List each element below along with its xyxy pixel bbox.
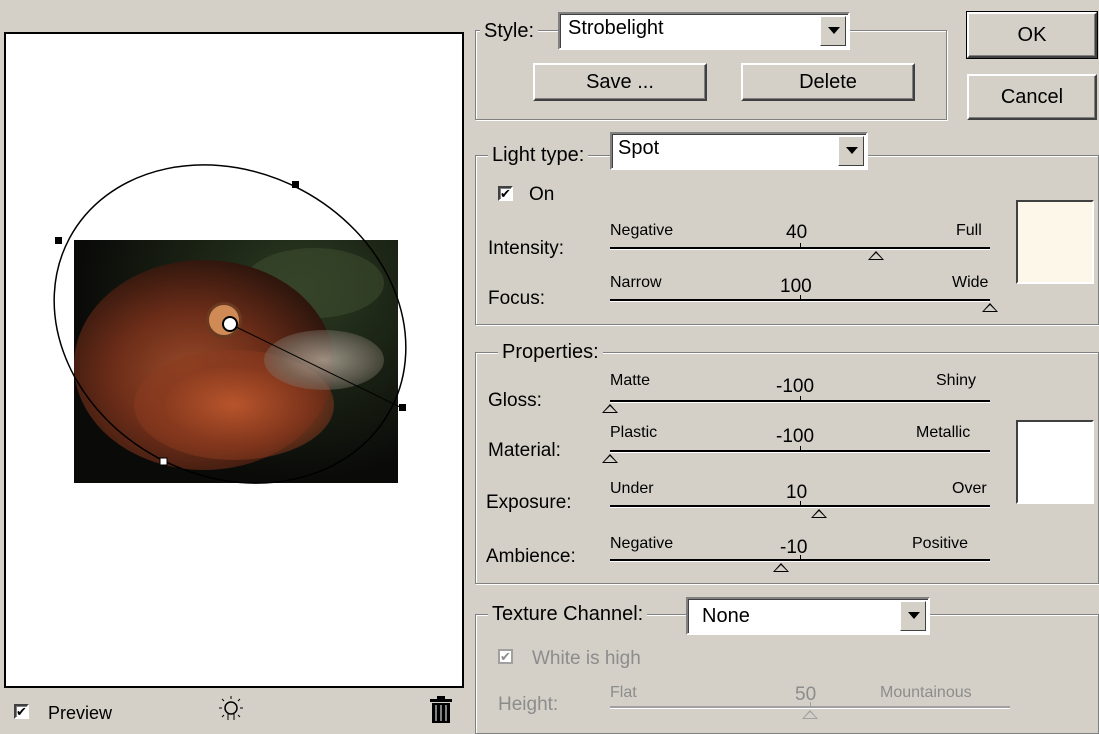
ambience-min-label: Negative: [610, 535, 674, 552]
intensity-slider[interactable]: [610, 243, 990, 261]
slider-track: [610, 450, 990, 453]
focus-max-label: Wide: [952, 274, 989, 291]
texture-channel-value: None: [702, 605, 750, 627]
material-min-label: Plastic: [610, 424, 658, 441]
slider-track: [610, 299, 990, 302]
ambience-label: Ambience:: [486, 546, 576, 567]
white-is-high-checkbox[interactable]: ✔: [498, 649, 513, 664]
ambience-slider[interactable]: [610, 555, 990, 573]
slider-track: [610, 505, 990, 508]
focus-min-label: Narrow: [610, 274, 662, 291]
gloss-value: -100: [776, 376, 815, 397]
intensity-value: 40: [786, 222, 808, 243]
intensity-min-label: Negative: [610, 222, 674, 239]
ok-button[interactable]: OK: [966, 11, 1098, 59]
chevron-down-icon[interactable]: [820, 16, 846, 46]
delete-style-button[interactable]: Delete: [741, 63, 915, 101]
gloss-slider[interactable]: [602, 396, 990, 414]
light-on-label: On: [529, 184, 555, 205]
light-type-label: Light type:: [488, 144, 589, 167]
chevron-down-icon[interactable]: [838, 136, 864, 166]
chevron-down-icon[interactable]: [900, 601, 926, 631]
height-max-label: Mountainous: [880, 684, 972, 701]
slider-track: [610, 247, 990, 250]
style-label: Style:: [480, 20, 539, 43]
slider-center-tick: [800, 446, 801, 450]
focus-label: Focus:: [488, 288, 546, 309]
trash-icon[interactable]: [428, 696, 454, 724]
material-slider[interactable]: [602, 446, 990, 464]
light-type-value: Spot: [618, 137, 660, 159]
exposure-label: Exposure:: [486, 492, 572, 513]
cancel-button[interactable]: Cancel: [967, 74, 1097, 120]
slider-thumb[interactable]: [802, 710, 818, 719]
properties-legend: Properties:: [498, 341, 603, 364]
light-on-checkbox[interactable]: ✔: [498, 186, 513, 201]
exposure-min-label: Under: [610, 480, 654, 497]
slider-track: [610, 706, 1010, 709]
slider-thumb[interactable]: [602, 404, 618, 413]
height-min-label: Flat: [610, 684, 637, 701]
slider-thumb[interactable]: [773, 563, 789, 572]
height-value: 50: [795, 684, 817, 705]
ellipse-handle-top: [292, 181, 299, 188]
slider-thumb[interactable]: [811, 509, 827, 518]
focus-value: 100: [780, 276, 812, 297]
gloss-label: Gloss:: [488, 390, 542, 411]
ellipse-handle-left: [55, 237, 62, 244]
preview-checkbox[interactable]: ✔: [14, 704, 29, 719]
light-ellipse-overlay[interactable]: [0, 0, 470, 690]
intensity-label: Intensity:: [488, 238, 565, 259]
gloss-min-label: Matte: [610, 372, 651, 389]
preview-toolbar: ✔ Preview: [0, 690, 468, 725]
white-is-high-label: White is high: [532, 648, 641, 669]
focus-slider[interactable]: [610, 295, 998, 313]
slider-center-tick: [800, 501, 801, 505]
style-value: Strobelight: [568, 17, 664, 39]
slider-center-tick: [800, 396, 801, 400]
slider-center-tick: [810, 702, 811, 706]
preview-label: Preview: [48, 703, 113, 723]
texture-channel-dropdown[interactable]: None: [686, 597, 930, 635]
material-value: -100: [776, 426, 815, 447]
slider-thumb[interactable]: [868, 251, 884, 260]
slider-center-tick: [800, 555, 801, 559]
height-slider[interactable]: [610, 702, 1010, 720]
intensity-max-label: Full: [956, 222, 982, 239]
height-label: Height:: [498, 694, 559, 715]
slider-thumb[interactable]: [602, 454, 618, 463]
material-color-swatch[interactable]: [1016, 420, 1094, 504]
light-center-handle: [222, 316, 238, 332]
slider-track: [610, 400, 990, 403]
style-dropdown[interactable]: Strobelight: [558, 12, 850, 50]
material-max-label: Metallic: [916, 424, 971, 441]
exposure-value: 10: [786, 482, 808, 503]
material-label: Material:: [488, 440, 561, 461]
slider-center-tick: [800, 295, 801, 299]
ellipse-handle-right: [399, 404, 406, 411]
exposure-max-label: Over: [952, 480, 987, 497]
light-type-dropdown[interactable]: Spot: [610, 132, 868, 170]
slider-track: [610, 559, 990, 562]
save-style-button[interactable]: Save ...: [533, 63, 707, 101]
ambience-max-label: Positive: [912, 535, 969, 552]
exposure-slider[interactable]: [610, 501, 990, 519]
slider-thumb[interactable]: [982, 303, 998, 312]
slider-center-tick: [800, 243, 801, 247]
ambience-value: -10: [780, 537, 808, 558]
ellipse-handle-bottom: [159, 457, 168, 466]
gloss-max-label: Shiny: [936, 372, 977, 389]
lightbulb-icon[interactable]: [216, 694, 246, 724]
light-color-swatch[interactable]: [1016, 200, 1094, 284]
texture-channel-label: Texture Channel:: [488, 603, 648, 626]
